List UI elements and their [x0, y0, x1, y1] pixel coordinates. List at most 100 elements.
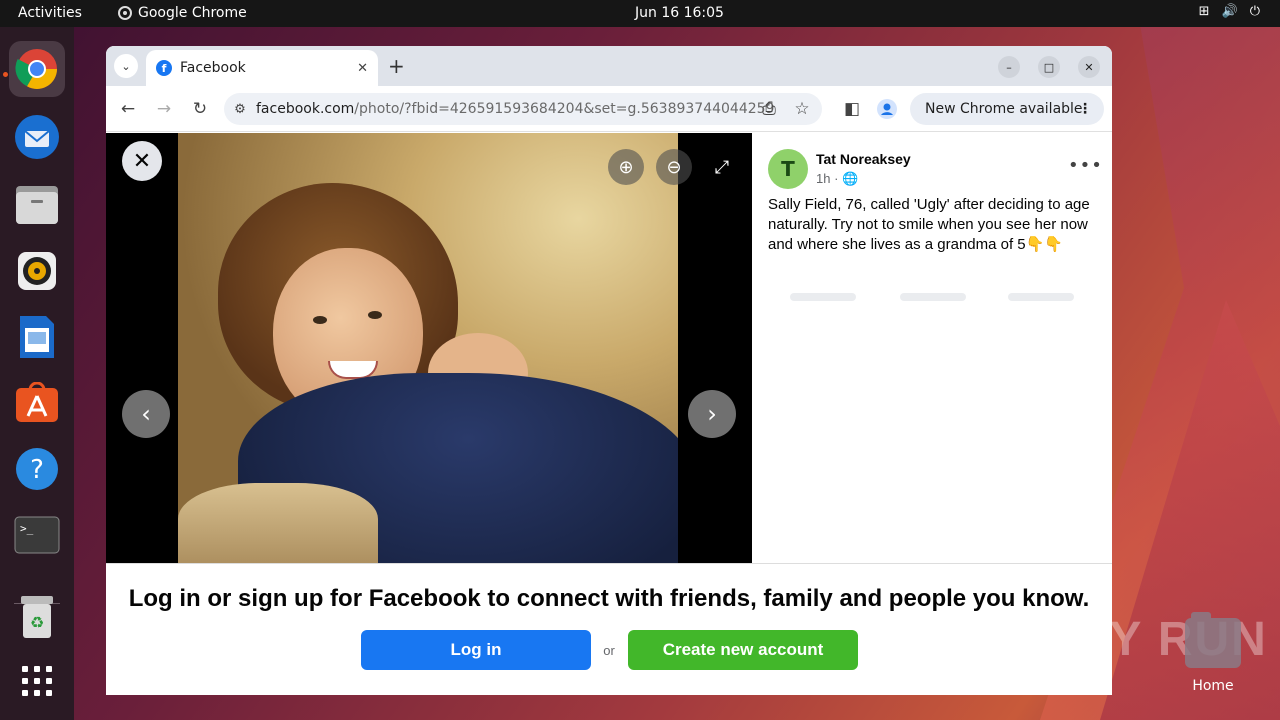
chevron-right-icon: ›: [707, 400, 717, 428]
chevron-left-icon: ‹: [141, 400, 151, 428]
dock-trash[interactable]: ♻: [9, 589, 65, 645]
more-horiz-icon: •••: [1068, 155, 1103, 176]
create-account-button[interactable]: Create new account: [628, 630, 858, 670]
url-path: /photo/?fbid=426591593684204&set=g.56389…: [354, 101, 775, 117]
reload-icon: ↻: [192, 99, 208, 119]
site-info-icon[interactable]: ⚙: [224, 102, 256, 117]
profile-icon: [877, 99, 897, 119]
svg-text:♻: ♻: [30, 613, 44, 632]
photo-eye: [368, 311, 382, 319]
star-icon: ☆: [794, 99, 810, 119]
activities-button[interactable]: Activities: [18, 5, 82, 21]
fullscreen-icon: ⤢: [714, 156, 730, 178]
system-tray[interactable]: ⊞ 🔊 ⏻: [1199, 4, 1260, 19]
new-chrome-label: New Chrome available: [925, 101, 1083, 117]
side-panel-button[interactable]: ◧: [841, 98, 863, 120]
install-app-button[interactable]: ⎙: [758, 98, 780, 120]
files-icon: [16, 186, 58, 224]
dock: ? >_ ♻: [0, 27, 74, 720]
dock-thunderbird[interactable]: [9, 109, 65, 165]
post-text: Sally Field, 76, called 'Ugly' after dec…: [768, 196, 1090, 253]
post-photo[interactable]: [178, 133, 678, 563]
reload-button[interactable]: ↻: [189, 98, 211, 120]
avatar[interactable]: T: [768, 149, 808, 189]
trash-icon: ♻: [21, 596, 53, 638]
tab-search-button[interactable]: ⌄: [114, 54, 138, 78]
previous-photo-button[interactable]: ‹: [122, 390, 170, 438]
zoom-in-icon: ⊕: [618, 156, 634, 178]
bookmark-button[interactable]: ☆: [791, 98, 813, 120]
chevron-down-icon: ⌄: [121, 59, 131, 73]
chrome-window: ⌄ f Facebook ✕ + – □ ✕ ← → ↻ ⚙ facebook.…: [106, 46, 1112, 695]
chrome-small-icon: [118, 6, 132, 20]
photo-viewer: ✕ ⊕ ⊖ ⤢ ‹ ›: [106, 133, 752, 563]
dock-files[interactable]: [9, 177, 65, 233]
close-icon: ✕: [132, 148, 152, 174]
running-indicator: [3, 72, 8, 77]
forward-button[interactable]: →: [153, 98, 175, 120]
thunderbird-icon: [15, 115, 59, 159]
loading-placeholder: [1008, 293, 1074, 301]
minimize-button[interactable]: –: [998, 56, 1020, 78]
chrome-icon: [15, 49, 57, 89]
address-bar[interactable]: ⚙ facebook.com/photo/?fbid=4265915936842…: [224, 93, 822, 125]
volume-icon: 🔊: [1221, 4, 1238, 19]
profile-button[interactable]: [876, 98, 898, 120]
tab-facebook[interactable]: f Facebook ✕: [146, 50, 378, 86]
arrow-right-icon: →: [156, 99, 172, 119]
install-icon: ⎙: [762, 99, 776, 119]
fullscreen-button[interactable]: ⤢: [710, 155, 734, 179]
app-menu[interactable]: Google Chrome: [118, 5, 247, 21]
url-host: facebook.com: [256, 101, 355, 117]
new-chrome-available-button[interactable]: New Chrome available ⋮: [910, 93, 1104, 125]
photo-eye: [313, 316, 327, 324]
loading-placeholder: [790, 293, 856, 301]
or-separator: or: [603, 643, 615, 658]
maximize-button[interactable]: □: [1038, 56, 1060, 78]
log-in-button[interactable]: Log in: [361, 630, 591, 670]
new-tab-button[interactable]: +: [388, 54, 405, 78]
next-photo-button[interactable]: ›: [688, 390, 736, 438]
close-window-button[interactable]: ✕: [1078, 56, 1100, 78]
more-vert-icon: ⋮: [1078, 101, 1092, 117]
dock-chrome[interactable]: [9, 41, 65, 97]
dock-terminal[interactable]: >_: [9, 507, 65, 563]
dock-help[interactable]: ?: [9, 441, 65, 497]
browser-toolbar: ← → ↻ ⚙ facebook.com/photo/?fbid=4265915…: [106, 86, 1112, 132]
post-time-label: 1h ·: [816, 171, 839, 186]
home-folder-label: Home: [1192, 678, 1234, 694]
post-options-button[interactable]: •••: [1068, 155, 1103, 176]
zoom-out-button[interactable]: ⊖: [656, 149, 692, 185]
side-panel-icon: ◧: [843, 99, 861, 119]
app-center-icon: [16, 382, 58, 422]
close-tab-icon[interactable]: ✕: [357, 61, 368, 76]
help-icon: ?: [16, 448, 58, 490]
post-author[interactable]: Tat Noreaksey: [816, 151, 911, 167]
svg-text:?: ?: [30, 455, 44, 485]
dock-show-apps[interactable]: [9, 653, 65, 709]
dock-app-center[interactable]: [9, 375, 65, 431]
photo-pillow: [178, 483, 378, 563]
dock-writer[interactable]: [9, 309, 65, 365]
app-menu-label: Google Chrome: [138, 5, 247, 21]
zoom-in-button[interactable]: ⊕: [608, 149, 644, 185]
dock-rhythmbox[interactable]: [9, 243, 65, 299]
svg-text:>_: >_: [20, 522, 34, 535]
tab-title: Facebook: [180, 60, 246, 76]
rhythmbox-icon: [18, 252, 56, 290]
power-icon: ⏻: [1249, 4, 1260, 19]
login-banner: Log in or sign up for Facebook to connec…: [106, 563, 1112, 695]
login-prompt-title: Log in or sign up for Facebook to connec…: [128, 585, 1090, 612]
libreoffice-writer-icon: [20, 316, 54, 358]
globe-icon: 🌐: [842, 171, 859, 186]
tab-strip: ⌄ f Facebook ✕ + – □ ✕: [106, 46, 1112, 86]
terminal-icon: >_: [14, 516, 60, 554]
clock[interactable]: Jun 16 16:05: [635, 5, 724, 21]
network-icon: ⊞: [1198, 4, 1210, 19]
post-time[interactable]: 1h · 🌐: [816, 171, 858, 187]
close-viewer-button[interactable]: ✕: [122, 141, 162, 181]
home-folder-icon[interactable]: [1185, 612, 1241, 668]
back-button[interactable]: ←: [117, 98, 139, 120]
loading-placeholder: [900, 293, 966, 301]
arrow-left-icon: ←: [120, 99, 136, 119]
